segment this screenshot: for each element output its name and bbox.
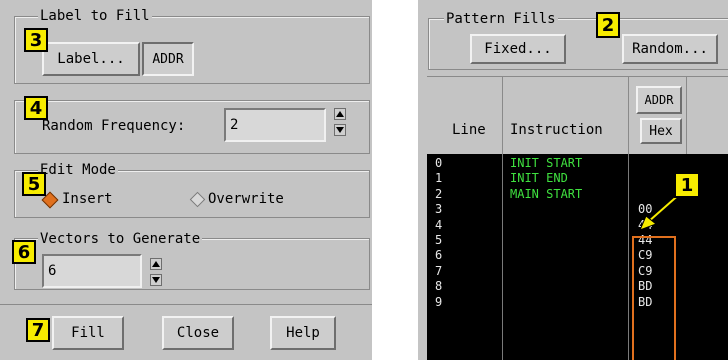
addr-column-label-button[interactable]: ADDR bbox=[636, 86, 682, 114]
list-col-sep-1 bbox=[502, 154, 503, 360]
line-column: 0 1 2 3 4 5 6 7 8 9 bbox=[435, 156, 442, 310]
edit-mode-title: Edit Mode bbox=[38, 162, 118, 178]
instruction-cell[interactable] bbox=[510, 295, 582, 310]
label-value-button[interactable]: ADDR bbox=[142, 42, 194, 76]
callout-6: 6 bbox=[12, 240, 36, 264]
instruction-cell[interactable] bbox=[510, 248, 582, 263]
table-row[interactable]: 5 bbox=[435, 233, 442, 248]
table-row[interactable]: 4 bbox=[435, 218, 442, 233]
frequency-down-arrow-icon[interactable] bbox=[334, 124, 346, 136]
dialog-button-separator bbox=[0, 304, 372, 305]
instruction-column-header: Instruction bbox=[510, 122, 603, 138]
callout-2: 2 bbox=[596, 12, 620, 38]
table-row[interactable]: 2 bbox=[435, 187, 442, 202]
frequency-up-arrow-icon[interactable] bbox=[334, 108, 346, 120]
help-button[interactable]: Help bbox=[270, 316, 336, 350]
pattern-fills-title: Pattern Fills bbox=[444, 11, 558, 27]
addr-base-button[interactable]: Hex bbox=[640, 118, 682, 144]
instruction-cell[interactable] bbox=[510, 202, 582, 217]
callout-5: 5 bbox=[22, 172, 46, 196]
table-row[interactable]: 8 bbox=[435, 279, 442, 294]
instruction-cell[interactable] bbox=[510, 218, 582, 233]
instruction-cell[interactable]: MAIN START bbox=[510, 187, 582, 202]
addr-cell[interactable] bbox=[638, 171, 652, 186]
line-column-header: Line bbox=[452, 122, 486, 138]
random-frequency-field[interactable]: 2 bbox=[224, 108, 326, 142]
table-row[interactable]: 7 bbox=[435, 264, 442, 279]
callout-4: 4 bbox=[24, 96, 48, 120]
insert-radio-label[interactable]: Insert bbox=[62, 191, 113, 207]
instruction-cell[interactable] bbox=[510, 233, 582, 248]
list-col-sep-2 bbox=[628, 154, 629, 360]
label-select-button[interactable]: Label... bbox=[42, 42, 140, 76]
callout-1: 1 bbox=[674, 172, 700, 198]
callout-3: 3 bbox=[24, 28, 48, 52]
header-top-border bbox=[427, 76, 728, 77]
label-to-fill-title: Label to Fill bbox=[38, 8, 152, 24]
random-frequency-label: Random Frequency: bbox=[42, 118, 186, 134]
table-row[interactable]: 6 bbox=[435, 248, 442, 263]
fixed-pattern-button[interactable]: Fixed... bbox=[470, 34, 566, 64]
callout-7: 7 bbox=[26, 318, 50, 342]
table-row[interactable]: 3 bbox=[435, 202, 442, 217]
instruction-cell[interactable] bbox=[510, 279, 582, 294]
table-row[interactable]: 9 bbox=[435, 295, 442, 310]
header-col-sep-1 bbox=[502, 76, 503, 154]
instruction-cell[interactable] bbox=[510, 264, 582, 279]
header-col-sep-2 bbox=[628, 76, 629, 154]
header-col-sep-3 bbox=[686, 76, 687, 154]
table-row[interactable]: 1 bbox=[435, 171, 442, 186]
generated-values-highlight bbox=[632, 236, 676, 360]
close-button[interactable]: Close bbox=[162, 316, 234, 350]
vectors-count-field[interactable]: 6 bbox=[42, 254, 142, 288]
overwrite-radio-label[interactable]: Overwrite bbox=[208, 191, 284, 207]
random-pattern-button[interactable]: Random... bbox=[622, 34, 718, 64]
fill-button[interactable]: Fill bbox=[52, 316, 124, 350]
vectors-up-arrow-icon[interactable] bbox=[150, 258, 162, 270]
vectors-down-arrow-icon[interactable] bbox=[150, 274, 162, 286]
instruction-cell[interactable]: INIT START bbox=[510, 156, 582, 171]
instruction-cell[interactable]: INIT END bbox=[510, 171, 582, 186]
addr-cell[interactable] bbox=[638, 156, 652, 171]
table-row[interactable]: 0 bbox=[435, 156, 442, 171]
vectors-to-generate-title: Vectors to Generate bbox=[38, 231, 203, 247]
instruction-column: INIT START INIT END MAIN START bbox=[510, 156, 582, 310]
